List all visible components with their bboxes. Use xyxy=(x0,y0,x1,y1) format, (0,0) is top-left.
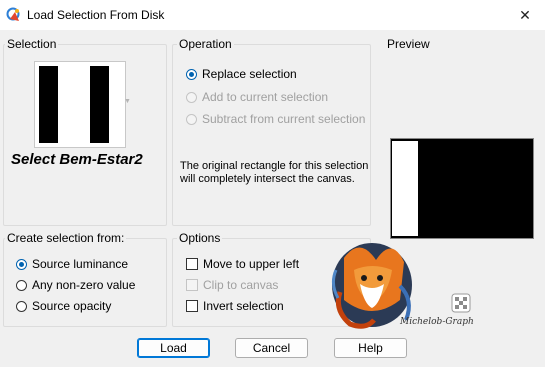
radio-button[interactable] xyxy=(186,113,197,125)
close-button[interactable]: ✕ xyxy=(505,0,545,30)
radio-any-non-zero[interactable]: Any non-zero value xyxy=(16,278,135,292)
help-button[interactable]: Help xyxy=(334,338,407,358)
create-from-group-label: Create selection from: xyxy=(5,231,127,245)
load-button[interactable]: Load xyxy=(137,338,210,358)
radio-label: Add to current selection xyxy=(202,90,329,104)
options-group-label: Options xyxy=(177,231,223,245)
radio-button[interactable] xyxy=(16,279,27,291)
checkbox-box[interactable] xyxy=(186,258,198,270)
preview-label: Preview xyxy=(385,37,432,51)
radio-button[interactable] xyxy=(186,91,197,103)
app-icon xyxy=(6,7,20,21)
radio-source-luminance[interactable]: Source luminance xyxy=(16,257,128,271)
selection-name: Select Bem-Estar2 xyxy=(11,151,143,168)
window-title: Load Selection From Disk xyxy=(27,8,165,22)
preview-image xyxy=(390,138,534,239)
thumbnail-stripe-left xyxy=(39,66,58,143)
chevron-down-icon[interactable]: ▼ xyxy=(124,98,131,105)
transparency-icon xyxy=(451,293,471,313)
operation-group-label: Operation xyxy=(177,37,234,51)
checkbox-box[interactable] xyxy=(186,279,198,291)
radio-button[interactable] xyxy=(186,68,197,80)
radio-button[interactable] xyxy=(16,300,27,312)
radio-label: Source opacity xyxy=(32,299,112,313)
checkbox-box[interactable] xyxy=(186,300,198,312)
title-bar: Load Selection From Disk ✕ xyxy=(0,0,545,30)
radio-label: Source luminance xyxy=(32,257,129,271)
checkbox-invert-selection[interactable]: Invert selection xyxy=(186,299,284,313)
checkbox-move-to-upper-left[interactable]: Move to upper left xyxy=(186,257,299,271)
preview-white-region xyxy=(392,141,418,236)
thumbnail-stripe-right xyxy=(90,66,109,143)
radio-add-to-selection[interactable]: Add to current selection xyxy=(186,90,328,104)
radio-button[interactable] xyxy=(16,258,27,270)
selection-thumbnail-dropdown[interactable] xyxy=(34,61,126,148)
radio-label: Replace selection xyxy=(202,67,297,81)
operation-description: The original rectangle for this selectio… xyxy=(180,160,369,185)
cancel-button[interactable]: Cancel xyxy=(235,338,308,358)
radio-label: Subtract from current selection xyxy=(202,112,366,126)
checkbox-label: Clip to canvas xyxy=(203,278,279,292)
checkbox-label: Move to upper left xyxy=(203,257,300,271)
radio-label: Any non-zero value xyxy=(32,278,136,292)
checkbox-label: Invert selection xyxy=(203,299,284,313)
selection-group-label: Selection xyxy=(5,37,59,51)
watermark-signature: Michelob-Graph xyxy=(400,317,474,327)
radio-subtract-from-selection[interactable]: Subtract from current selection xyxy=(186,112,365,126)
radio-source-opacity[interactable]: Source opacity xyxy=(16,299,111,313)
checkbox-clip-to-canvas[interactable]: Clip to canvas xyxy=(186,278,278,292)
radio-replace-selection[interactable]: Replace selection xyxy=(186,67,297,81)
